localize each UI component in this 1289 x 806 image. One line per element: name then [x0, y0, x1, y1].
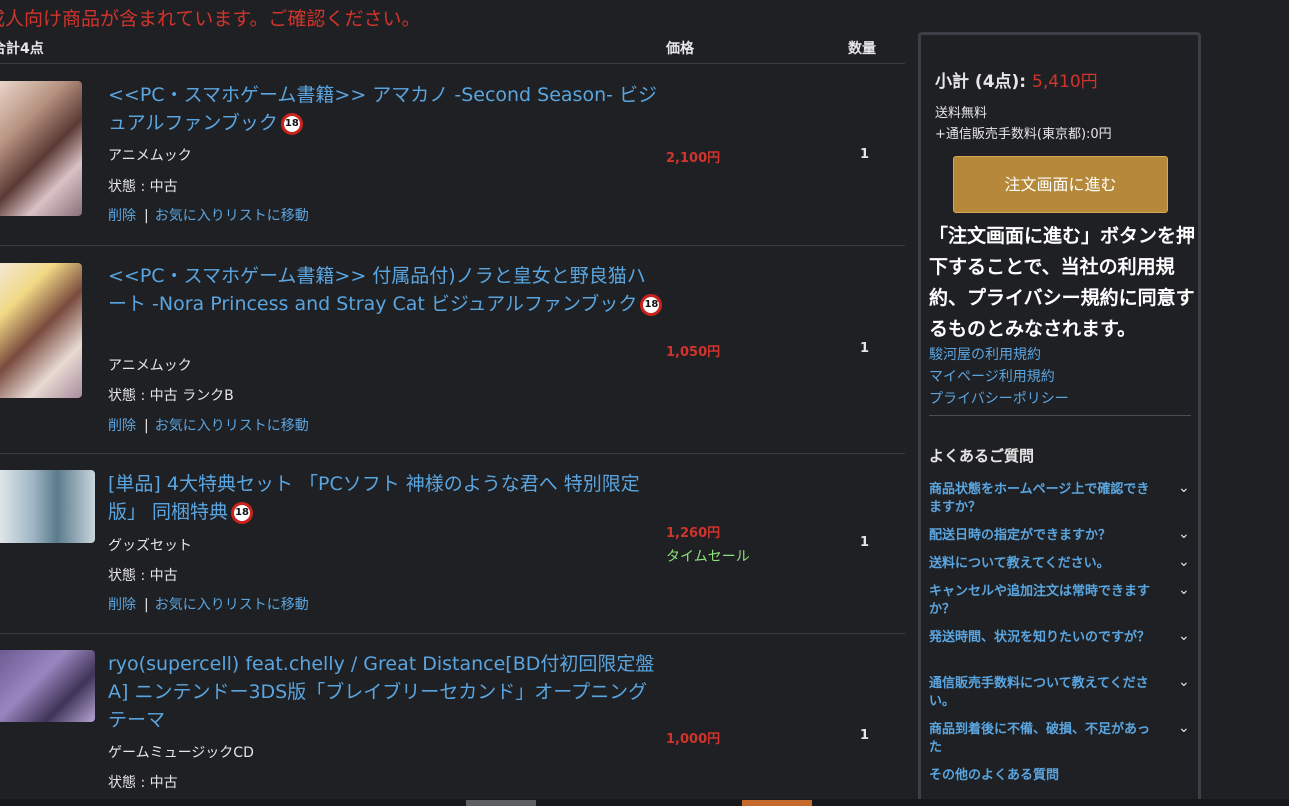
terms-notice: 「注文画面に進む」ボタンを押下することで、当社の利用規約、プライバシー規約に同意… [929, 225, 1196, 340]
faq-heading: よくあるご質問 [929, 447, 1035, 465]
proceed-to-order-button[interactable]: 注文画面に進む [953, 156, 1168, 213]
product-image[interactable] [0, 263, 82, 398]
faq-question: 商品状態をホームページ上で確認できますか？ [929, 482, 1150, 515]
faq-item[interactable]: 配送日時の指定ができますか？ ⌄ [929, 527, 1194, 545]
faq-item[interactable]: キャンセルや追加注文は常時できますか？ ⌄ [929, 583, 1194, 619]
actions-separator: | [144, 597, 149, 613]
cart-item: [単品] 4大特典セット 「PCソフト 神様のような君へ 特別限定版」 同梱特典… [0, 454, 905, 634]
faq-question: 通信販売手数料について教えてください。 [929, 676, 1149, 709]
product-condition: 状態 : 中古 [108, 775, 178, 791]
product-condition: 状態 : 中古 ランクB [108, 388, 234, 404]
item-price: 2,100円 [666, 151, 721, 166]
item-actions: 削除 | お気に入りリストに移動 [108, 594, 309, 614]
toolbar-tab-active[interactable] [742, 800, 812, 806]
product-category: ゲームミュージックCD [108, 745, 254, 761]
actions-separator: | [144, 208, 149, 224]
subtotal-amount: 5,410円 [1032, 72, 1098, 92]
product-condition: 状態 : 中古 [108, 179, 178, 195]
faq-item[interactable]: 商品状態をホームページ上で確認できますか？ ⌄ [929, 481, 1194, 517]
faq-question: 商品到着後に不備、破損、不足があった [929, 722, 1151, 755]
chevron-down-icon[interactable]: ⌄ [1178, 481, 1194, 495]
item-price: 1,260円 [666, 526, 721, 541]
faq-question: 発送時間、状況を知りたいのですが？ [929, 630, 1151, 645]
shipping-info: 送料無料 [935, 106, 988, 121]
delete-link[interactable]: 削除 [108, 418, 136, 434]
faq-item[interactable]: 通信販売手数料について教えてください。 ⌄ [929, 675, 1194, 711]
item-price: 1,050円 [666, 345, 721, 360]
chevron-down-icon[interactable]: ⌄ [1178, 675, 1194, 689]
item-price: 1,000円 [666, 732, 721, 747]
product-title-link[interactable]: ryo(supercell) feat.chelly / Great Dista… [108, 650, 663, 734]
more-faq-link[interactable]: その他のよくある質問 [929, 764, 1059, 783]
time-sale-badge: タイムセール [666, 549, 750, 565]
quantity-column-header: 数量 [848, 41, 876, 57]
faq-question: 配送日時の指定ができますか？ [929, 528, 1112, 543]
adult-content-warning: 成人向け商品が含まれています。ご確認ください。 [0, 8, 421, 30]
item-actions: 削除 | お気に入りリストに移動 [108, 205, 309, 225]
cart-item: <<PC・スマホゲーム書籍>> アマカノ -Second Season- ビジュ… [0, 65, 905, 246]
move-to-favorites-link[interactable]: お気に入りリストに移動 [155, 208, 309, 224]
item-quantity[interactable]: 1 [860, 341, 869, 356]
handling-fee: +通信販売手数料(東京都):0円 [935, 127, 1112, 142]
item-quantity[interactable]: 1 [860, 535, 869, 550]
adult-18-icon: 18 [231, 501, 254, 524]
delete-link[interactable]: 削除 [108, 208, 136, 224]
product-condition: 状態 : 中古 [108, 568, 178, 584]
product-title-link[interactable]: <<PC・スマホゲーム書籍>> アマカノ -Second Season- ビジュ… [108, 81, 663, 137]
mypage-terms-link[interactable]: マイページ利用規約 [929, 366, 1055, 386]
adult-18-icon: 18 [280, 112, 303, 135]
faq-item[interactable]: 商品到着後に不備、破損、不足があった ⌄ [929, 721, 1194, 757]
delete-link[interactable]: 削除 [108, 597, 136, 613]
sidebar-divider [929, 415, 1191, 416]
toolbar-tab[interactable] [466, 800, 536, 806]
chevron-down-icon[interactable]: ⌄ [1178, 583, 1194, 597]
faq-question: キャンセルや追加注文は常時できますか？ [929, 584, 1151, 617]
order-summary-panel: 小計 (4点): 5,410円 送料無料 +通信販売手数料(東京都):0円 注文… [918, 32, 1201, 806]
product-category: グッズセット [108, 538, 192, 554]
bottom-toolbar [0, 799, 1289, 806]
price-column-header: 価格 [666, 41, 694, 57]
move-to-favorites-link[interactable]: お気に入りリストに移動 [155, 418, 309, 434]
privacy-policy-link[interactable]: プライバシーポリシー [929, 388, 1069, 408]
subtotal-label: 小計 (4点): [935, 72, 1027, 92]
chevron-down-icon[interactable]: ⌄ [1178, 721, 1194, 735]
cart-header: 合計4点 価格 数量 [0, 38, 905, 64]
faq-question: 送料について教えてください。 [929, 556, 1110, 571]
actions-separator: | [144, 418, 149, 434]
item-quantity[interactable]: 1 [860, 728, 869, 743]
cart-item: <<PC・スマホゲーム書籍>> 付属品付)ノラと皇女と野良猫ハート -Nora … [0, 246, 905, 454]
cart-total-count: 合計4点 [0, 41, 44, 57]
product-title-link[interactable]: <<PC・スマホゲーム書籍>> 付属品付)ノラと皇女と野良猫ハート -Nora … [108, 262, 663, 318]
chevron-down-icon[interactable]: ⌄ [1178, 527, 1194, 541]
adult-18-icon: 18 [640, 293, 663, 316]
product-category: アニメムック [108, 148, 192, 164]
cart-item: ryo(supercell) feat.chelly / Great Dista… [0, 634, 905, 806]
product-category: アニメムック [108, 358, 192, 374]
chevron-down-icon[interactable]: ⌄ [1178, 555, 1194, 569]
product-title-link[interactable]: [単品] 4大特典セット 「PCソフト 神様のような君へ 特別限定版」 同梱特典… [108, 470, 663, 526]
faq-item[interactable]: 送料について教えてください。 ⌄ [929, 555, 1194, 573]
item-quantity[interactable]: 1 [860, 147, 869, 162]
product-image[interactable] [0, 650, 95, 722]
product-image[interactable] [0, 81, 82, 216]
faq-item[interactable]: 発送時間、状況を知りたいのですが？ ⌄ [929, 629, 1194, 647]
product-image[interactable] [0, 470, 95, 543]
move-to-favorites-link[interactable]: お気に入りリストに移動 [155, 597, 309, 613]
chevron-down-icon[interactable]: ⌄ [1178, 629, 1194, 643]
item-actions: 削除 | お気に入りリストに移動 [108, 415, 309, 435]
subtotal: 小計 (4点): 5,410円 [935, 67, 1098, 92]
terms-of-use-link[interactable]: 駿河屋の利用規約 [929, 344, 1041, 364]
